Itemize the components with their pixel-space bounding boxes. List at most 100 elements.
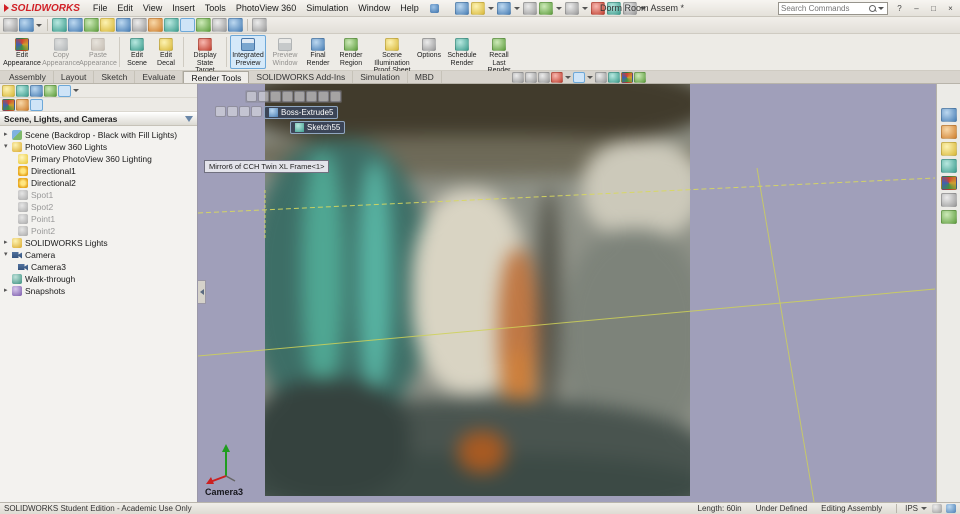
menu-help[interactable]: Help [395,2,424,14]
unit-system-selector[interactable]: IPS [896,504,928,513]
tab-evaluate[interactable]: Evaluate [135,71,184,83]
select-icon[interactable] [564,1,579,15]
design-library-icon[interactable] [940,125,957,139]
appearances-scenes-icon[interactable] [940,176,957,190]
selected-sketch-breadcrumb[interactable]: Sketch55 [290,121,346,134]
search-dropdown-icon[interactable] [878,7,884,10]
isolate-icon[interactable] [251,106,262,117]
previous-view-float-icon[interactable] [270,91,281,102]
display-state-target-button[interactable]: Display State Target [187,35,223,74]
tree-item-point2[interactable]: Point2 [0,225,197,237]
close-button[interactable]: × [943,2,958,14]
expand-arrow-icon[interactable]: ▸ [4,237,12,249]
save-dropdown-icon[interactable] [513,6,520,10]
tab-render-tools[interactable]: Render Tools [183,71,250,83]
view-palette-icon[interactable] [940,159,957,173]
tree-item-directional2[interactable]: Directional2 [0,177,197,189]
linear-pattern-icon[interactable] [84,18,99,32]
forum-icon[interactable] [940,210,957,224]
zoom-to-fit-icon[interactable] [512,72,524,83]
tree-item-spot1[interactable]: Spot1 [0,189,197,201]
edit-decal-button[interactable]: Edit Decal [152,35,180,69]
help-button[interactable]: ? [892,2,907,14]
custom-properties-icon[interactable] [940,193,957,207]
feature-manager-tab-icon[interactable] [2,84,15,97]
tab-sketch[interactable]: Sketch [94,71,136,83]
tree-item-walkthrough[interactable]: Walk-through [0,273,197,285]
expand-arrow-icon[interactable]: ▾ [4,141,12,153]
property-manager-tab-icon[interactable] [16,84,29,97]
minimize-button[interactable]: – [909,2,924,14]
quick-tips-icon[interactable] [946,504,956,513]
insert-component-icon[interactable] [52,18,67,32]
search-icon[interactable] [869,4,877,13]
motion-study-icon[interactable] [196,18,211,32]
selected-feature-breadcrumb[interactable]: Boss-Extrude5 [264,106,339,119]
display-style-dropdown-icon[interactable] [36,23,42,27]
menu-insert[interactable]: Insert [167,2,200,14]
move-component-icon[interactable] [116,18,131,32]
display-manager-tab-icon[interactable] [58,84,71,97]
bill-of-materials-icon[interactable] [212,18,227,32]
panel-collapse-handle[interactable] [198,280,206,304]
schedule-render-button[interactable]: Schedule Render [444,35,480,69]
exploded-view-icon[interactable] [228,18,243,32]
pin-menu-icon[interactable] [429,3,439,13]
filter-icon[interactable] [185,116,193,122]
tree-item-snapshots[interactable]: ▸ Snapshots [0,285,197,297]
view-decals-icon[interactable] [16,98,29,111]
section-view-float-icon[interactable] [282,91,293,102]
tab-layout[interactable]: Layout [54,71,95,83]
copy-appearance-button[interactable]: Copy Appearance [42,35,80,69]
view-appearances-icon[interactable] [2,98,15,111]
recall-last-render-button[interactable]: Recall Last Render [481,35,517,74]
menu-file[interactable]: File [88,2,113,14]
update-icon[interactable] [252,18,267,32]
tab-mbd[interactable]: MBD [408,71,442,83]
tree-item-spot2[interactable]: Spot2 [0,201,197,213]
tree-item-scene[interactable]: ▸ Scene (Backdrop - Black with Fill Ligh… [0,129,197,141]
home-icon[interactable] [454,1,469,15]
section-view-icon[interactable] [551,72,563,83]
edit-appearance-button[interactable]: Edit Appearance [2,35,42,69]
file-explorer-icon[interactable] [940,142,957,156]
zoom-to-area-icon[interactable] [525,72,537,83]
display-style-float-icon[interactable] [306,91,317,102]
preview-window-button[interactable]: Preview Window [267,35,303,69]
display-style-icon[interactable] [19,18,34,32]
zoom-fit-float-icon[interactable] [246,91,257,102]
tags-icon[interactable] [932,504,942,513]
scene-illumination-proof-sheet-button[interactable]: Scene Illumination Proof Sheet [370,35,414,74]
tree-item-solidworks-lights[interactable]: ▸ SOLIDWORKS Lights [0,237,197,249]
hide-show-items-icon[interactable] [608,72,620,83]
render-region-button[interactable]: Render Region [333,35,369,69]
menu-view[interactable]: View [138,2,167,14]
menu-edit[interactable]: Edit [112,2,138,14]
apply-scene-icon[interactable] [634,72,646,83]
edit-scene-button[interactable]: Edit Scene [123,35,151,69]
tab-assembly[interactable]: Assembly [2,71,54,83]
restore-button[interactable]: □ [926,2,941,14]
integrated-preview-button[interactable]: Integrated Preview [230,35,266,69]
menu-simulation[interactable]: Simulation [301,2,353,14]
undo-icon[interactable] [538,1,553,15]
tree-item-directional1[interactable]: Directional1 [0,165,197,177]
view-orientation-float-icon[interactable] [294,91,305,102]
suppress-icon[interactable] [227,106,238,117]
edit-feature-icon[interactable] [215,106,226,117]
save-icon[interactable] [496,1,511,15]
search-input[interactable] [781,4,869,13]
print-icon[interactable] [522,1,537,15]
display-style-hud-icon[interactable] [595,72,607,83]
menu-photoview360[interactable]: PhotoView 360 [231,2,301,14]
open-dropdown-icon[interactable] [487,6,494,10]
dimxpert-manager-tab-icon[interactable] [44,84,57,97]
expand-arrow-icon[interactable]: ▸ [4,285,12,297]
zoom-area-float-icon[interactable] [258,91,269,102]
reference-geometry-icon[interactable] [164,18,179,32]
tree-item-primary-lighting[interactable]: Primary PhotoView 360 Lighting [0,153,197,165]
expand-arrow-icon[interactable]: ▾ [4,249,12,261]
previous-view-icon[interactable] [538,72,550,83]
menu-tools[interactable]: Tools [200,2,231,14]
graphics-area[interactable]: Boss-Extrude5 Sketch55 Mirror6 of CCH Tw… [198,84,936,502]
